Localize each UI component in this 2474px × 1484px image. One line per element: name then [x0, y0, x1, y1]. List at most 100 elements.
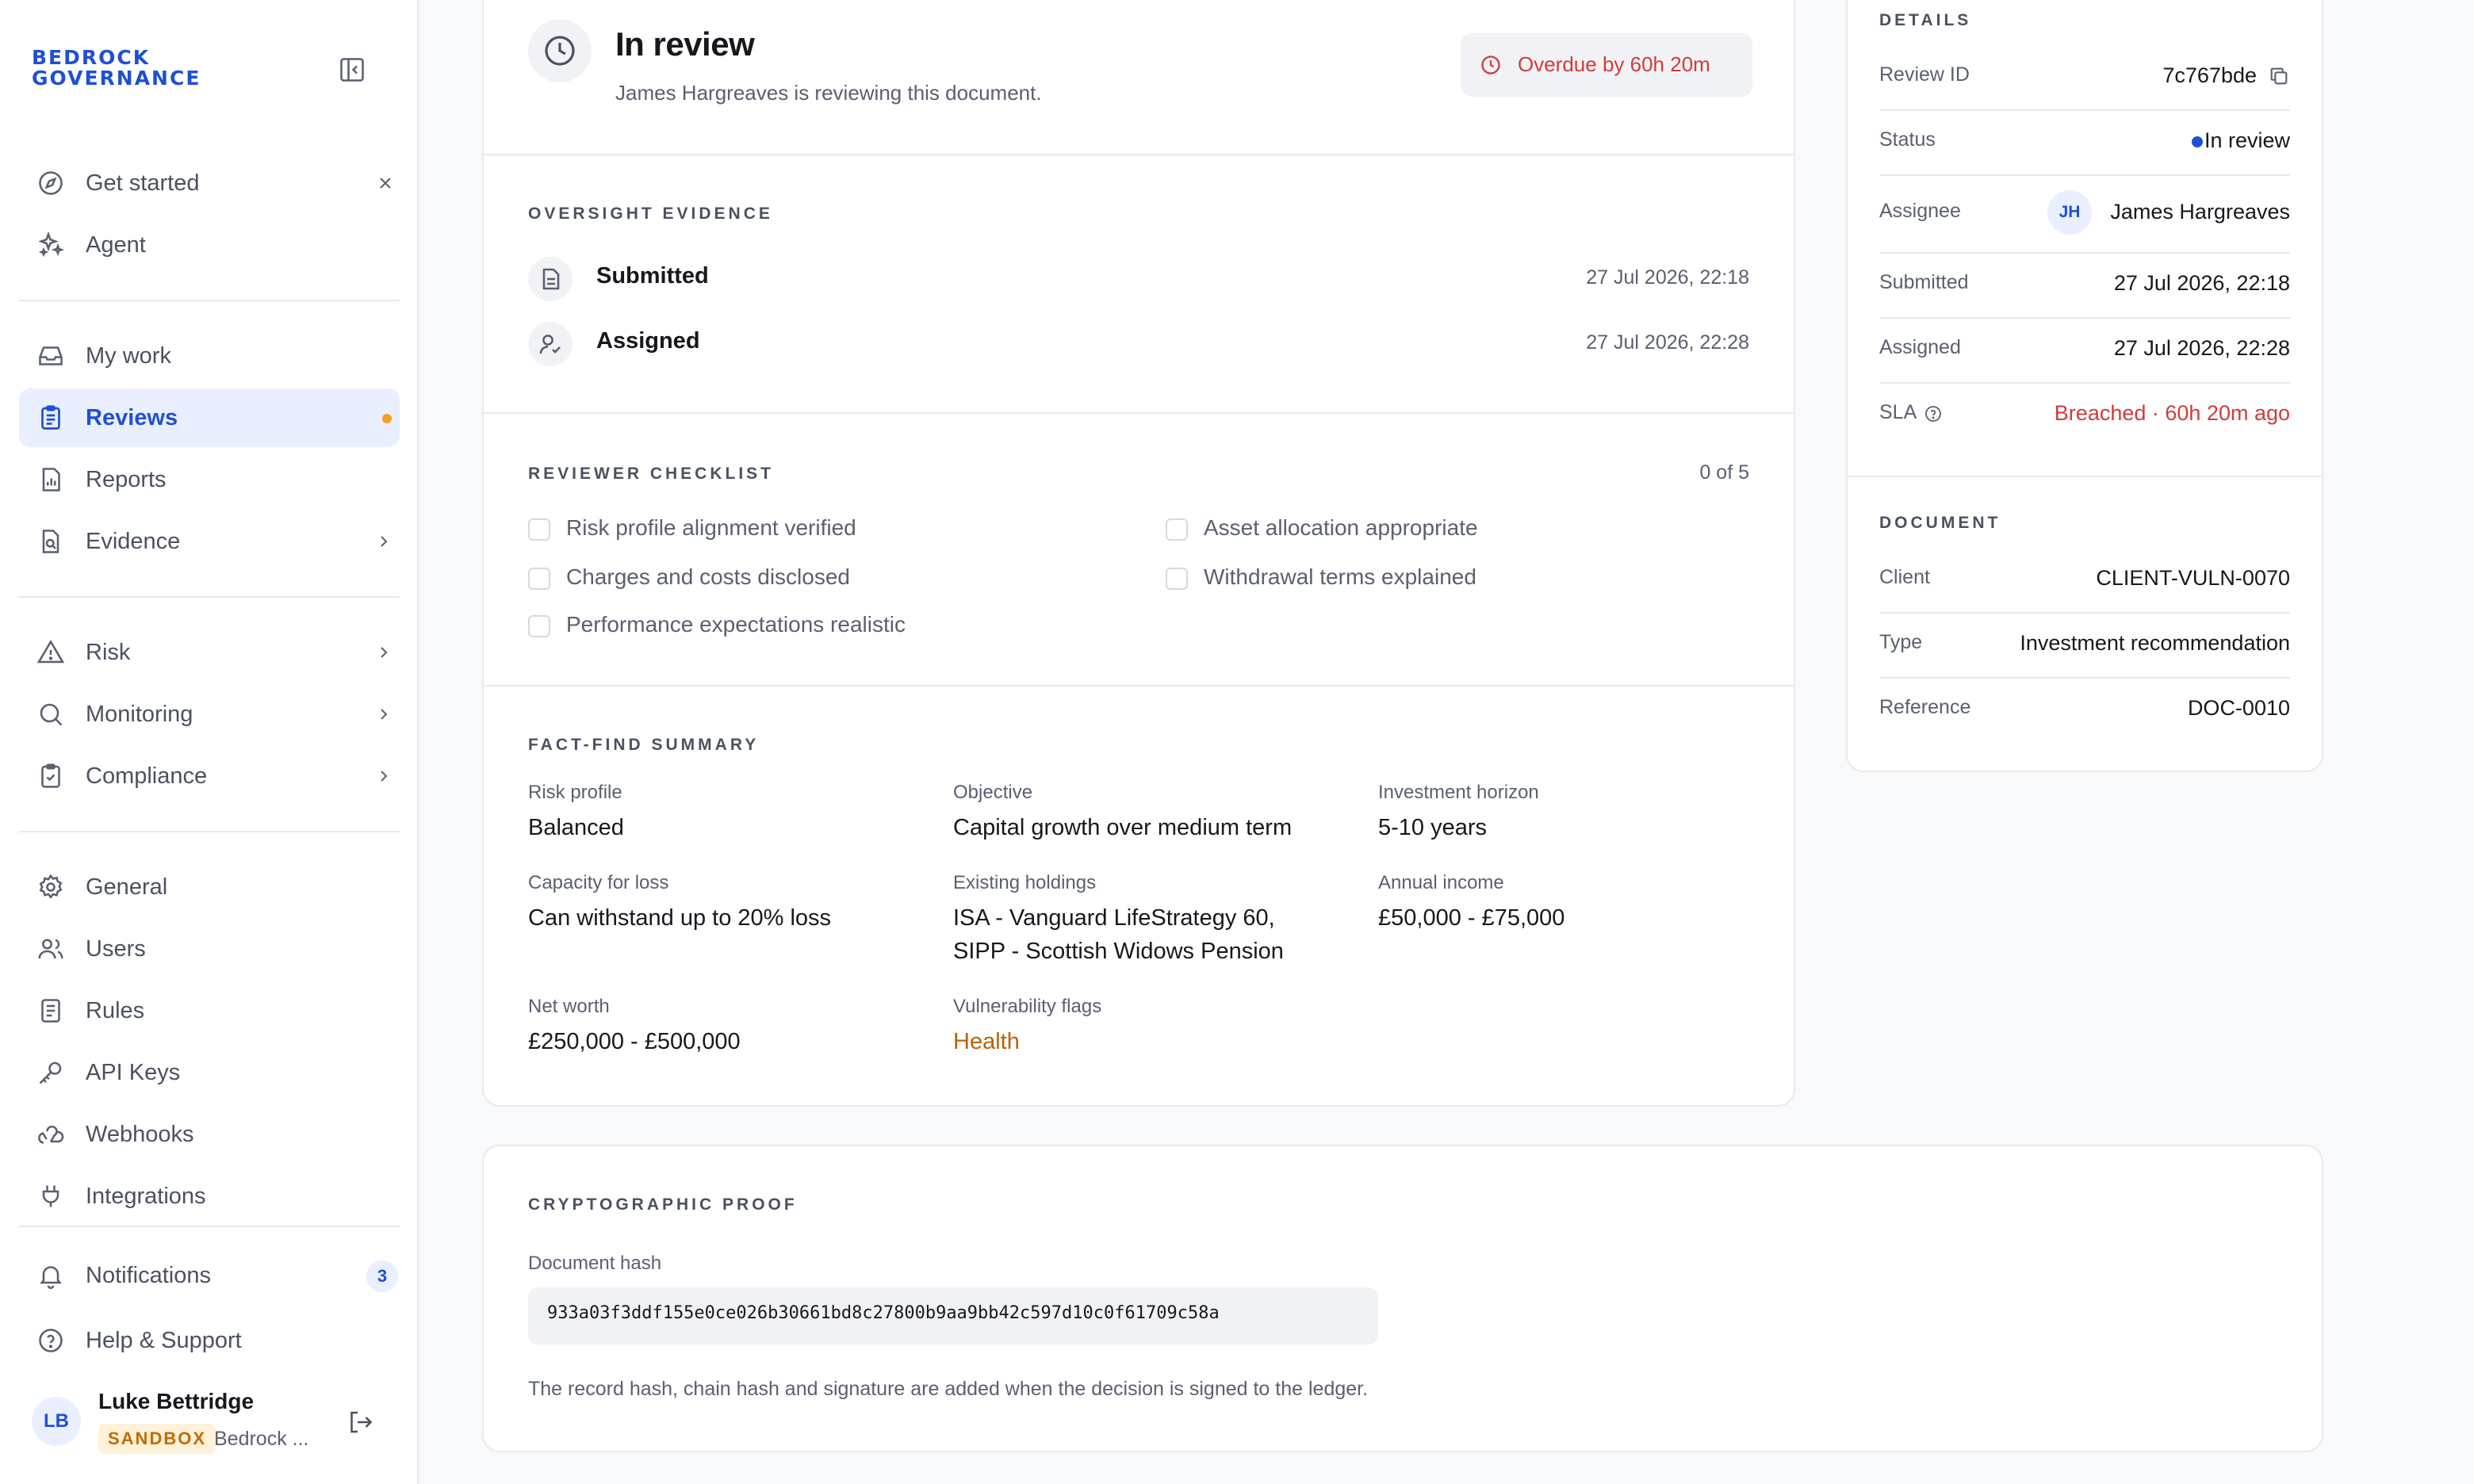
help-icon — [36, 1326, 65, 1355]
section-divider — [484, 154, 1794, 155]
checklist-item-label: Charges and costs disclosed — [566, 564, 850, 589]
row-divider — [1879, 109, 2290, 111]
alarm-clock-icon — [1480, 54, 1502, 76]
checklist-checkbox[interactable] — [528, 568, 550, 590]
assignee-label: Assignee — [1879, 200, 1961, 222]
submitted-value: 27 Jul 2026, 22:18 — [2113, 271, 2290, 295]
overdue-text: Overdue by 60h 20m — [1518, 52, 1710, 76]
field-value-line-2: SIPP - Scottish Widows Pension — [953, 939, 1284, 964]
copy-icon — [2270, 67, 2288, 85]
document-hash-value: 933a03f3ddf155e0ce026b30661bd8c27800b9aa… — [547, 1303, 1220, 1323]
sidebar-divider — [19, 300, 400, 301]
reference-label: Reference — [1879, 696, 1971, 718]
assignee-value: James Hargreaves — [2110, 200, 2290, 224]
assigned-value: 27 Jul 2026, 22:28 — [2113, 336, 2290, 360]
field-value: 5-10 years — [1378, 815, 1488, 840]
field-value: Capital growth over medium term — [953, 815, 1293, 840]
sidebar-item-compliance[interactable]: Compliance — [19, 747, 400, 805]
sidebar-item-rules[interactable]: Rules — [19, 981, 400, 1040]
brand-logo[interactable]: BEDROCK GOVERNANCE — [32, 48, 201, 89]
field-value: ISA - Vanguard LifeStrategy 60, — [953, 905, 1275, 931]
report-icon — [36, 465, 65, 494]
sidebar-item-api-keys[interactable]: API Keys — [19, 1043, 400, 1102]
assigned-label: Assigned — [1879, 336, 1961, 358]
type-label: Type — [1879, 631, 1923, 653]
sidebar-item-integrations[interactable]: Integrations — [19, 1167, 400, 1226]
sidebar-item-users[interactable]: Users — [19, 920, 400, 978]
field-label: Net worth — [528, 996, 610, 1017]
sidebar-item-reviews[interactable]: Reviews — [19, 388, 400, 447]
hash-field[interactable]: 933a03f3ddf155e0ce026b30661bd8c27800b9aa… — [528, 1287, 1378, 1344]
field-label: Objective — [953, 782, 1033, 803]
sidebar-item-label: Webhooks — [86, 1122, 194, 1147]
checklist-item-label: Performance expectations realistic — [566, 612, 906, 637]
review-id-value: 7c767bde — [2162, 63, 2257, 87]
user-check-icon — [528, 322, 573, 366]
sidebar-item-label: Reports — [86, 467, 167, 492]
sidebar-item-monitoring[interactable]: Monitoring — [19, 685, 400, 744]
event-assigned-label: Assigned — [596, 328, 700, 354]
rules-icon — [36, 996, 65, 1025]
sidebar-item-get-started[interactable]: Get started — [19, 154, 400, 212]
user-name: Luke Bettridge — [98, 1389, 255, 1413]
cryptographic-proof-card: CRYPTOGRAPHIC PROOF Document hash 933a03… — [482, 1145, 2323, 1452]
sidebar-item-label: Notifications — [86, 1263, 211, 1288]
field-value: £250,000 - £500,000 — [528, 1029, 741, 1054]
sidebar-item-label: My work — [86, 343, 171, 369]
chevron-right-icon — [374, 705, 393, 724]
client-value: CLIENT-VULN-0070 — [2096, 566, 2290, 590]
checklist-checkbox[interactable] — [528, 615, 550, 637]
factfind-title: FACT-FIND SUMMARY — [528, 736, 760, 754]
reference-value: DOC-0010 — [2187, 696, 2290, 720]
sidebar-item-reports[interactable]: Reports — [19, 450, 400, 509]
field-value: Can withstand up to 20% loss — [528, 905, 832, 931]
oversight-title: OVERSIGHT EVIDENCE — [528, 205, 773, 223]
checklist-checkbox[interactable] — [1166, 518, 1188, 541]
field-label: Annual income — [1378, 872, 1504, 893]
document-icon — [528, 257, 573, 301]
sidebar-item-webhooks[interactable]: Webhooks — [19, 1105, 400, 1164]
row-divider — [1879, 612, 2290, 614]
sidebar-item-label: Reviews — [86, 405, 178, 430]
sidebar-item-my-work[interactable]: My work — [19, 327, 400, 385]
brand-line-2: GOVERNANCE — [32, 67, 201, 90]
logout-button[interactable] — [346, 1408, 374, 1436]
copy-review-id-button[interactable] — [2268, 65, 2290, 87]
sidebar-item-label: Rules — [86, 998, 145, 1023]
dismiss-get-started-button[interactable] — [376, 174, 395, 193]
user-avatar[interactable]: LB — [32, 1397, 81, 1446]
sidebar-item-help-support[interactable]: Help & Support — [19, 1311, 400, 1370]
checklist-checkbox[interactable] — [528, 518, 550, 541]
overdue-badge: Overdue by 60h 20m — [1461, 33, 1752, 97]
inbox-icon — [36, 342, 65, 370]
sidebar-divider — [19, 831, 400, 832]
vulnerability-flag-value: Health — [953, 1029, 1020, 1054]
unread-indicator — [382, 414, 392, 423]
sidebar-item-notifications[interactable]: Notifications 3 — [19, 1246, 400, 1305]
clipboard-check-icon — [36, 762, 65, 790]
compass-icon — [36, 169, 65, 197]
sidebar-item-label: Integrations — [86, 1184, 206, 1209]
sla-help-icon[interactable] — [1924, 404, 1943, 423]
sidebar-item-label: Agent — [86, 232, 146, 258]
chevron-right-icon — [374, 643, 393, 662]
sidebar-item-label: Users — [86, 936, 146, 962]
user-organisation: Bedrock ... — [214, 1428, 309, 1450]
sla-label: SLA — [1879, 401, 1917, 423]
sidebar-item-label: Help & Support — [86, 1328, 242, 1353]
sidebar-item-general[interactable]: General — [19, 858, 400, 916]
clipboard-icon — [36, 404, 65, 432]
sidebar-item-agent[interactable]: Agent — [19, 216, 400, 274]
row-divider — [1879, 317, 2290, 319]
status-title: In review — [615, 25, 755, 63]
details-card: DETAILS Review ID 7c767bde Status In rev… — [1846, 0, 2323, 772]
clock-icon — [528, 19, 592, 82]
sidebar-item-evidence[interactable]: Evidence — [19, 512, 400, 571]
chevron-right-icon — [374, 767, 393, 786]
field-label: Vulnerability flags — [953, 996, 1102, 1017]
collapse-sidebar-button[interactable] — [338, 55, 366, 84]
checklist-checkbox[interactable] — [1166, 568, 1188, 590]
status-value: In review — [2204, 128, 2290, 152]
sidebar-item-label: API Keys — [86, 1060, 181, 1085]
sidebar-item-risk[interactable]: Risk — [19, 623, 400, 682]
